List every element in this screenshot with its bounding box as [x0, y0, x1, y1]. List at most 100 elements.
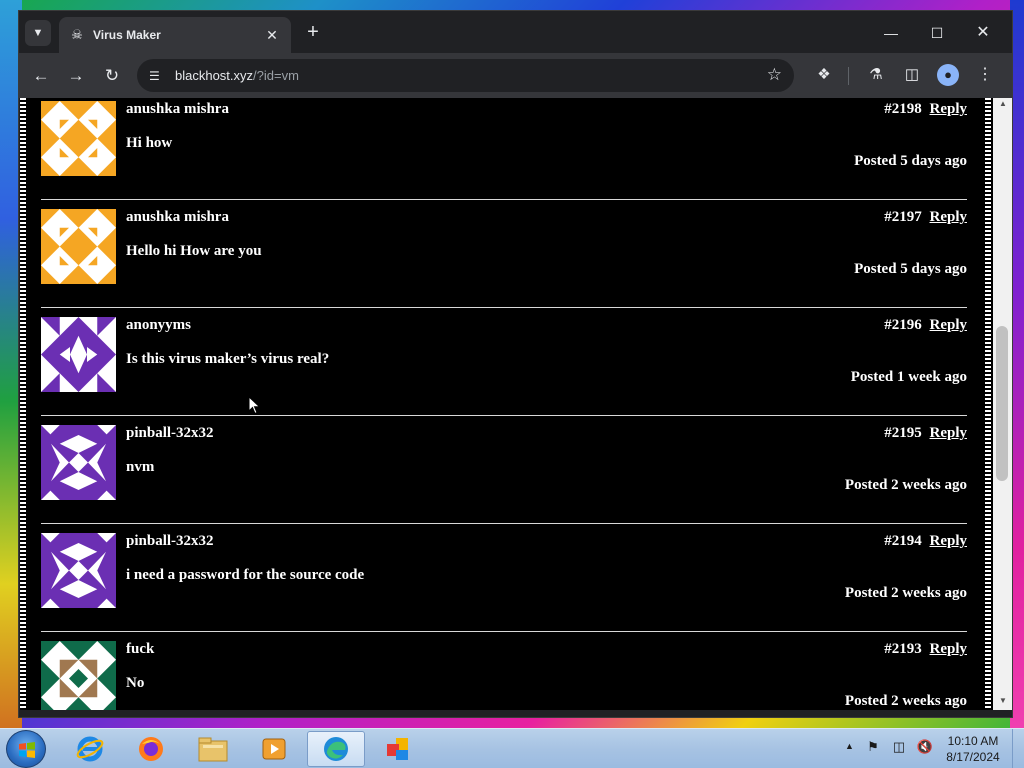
windows-logo-icon [19, 742, 35, 758]
comment-timestamp: Posted 5 days ago [854, 153, 967, 169]
comment-author: anonyyms [126, 317, 192, 333]
chevron-down-icon: ▼ [32, 27, 44, 39]
maximize-button[interactable]: ☐ [917, 19, 957, 47]
comment-meta: #2197 Reply [884, 209, 967, 226]
system-clock[interactable]: 10:10 AM 8/17/2024 [940, 733, 1006, 765]
user-avatar [41, 317, 116, 392]
windows-taskbar: ▲ ⚑ ◫ 🔇 10:10 AM 8/17/2024 [0, 728, 1024, 768]
show-desktop-button[interactable] [1012, 729, 1024, 768]
user-avatar [41, 425, 116, 500]
start-button[interactable] [6, 730, 46, 768]
comment-meta: #2196 Reply [884, 317, 967, 334]
comment-item: pinball-32x32 i need a password for the … [41, 524, 967, 632]
comment-timestamp: Posted 2 weeks ago [844, 477, 967, 493]
taskbar-office[interactable] [369, 731, 427, 767]
vertical-scrollbar[interactable]: ▲ ▼ [993, 98, 1012, 710]
action-center-flag-icon[interactable]: ⚑ [864, 739, 882, 757]
browser-window: ▼ ☠ Virus Maker ✕ + — ☐ ✕ ← → ↻ ☰ blackh… [18, 10, 1013, 718]
network-icon[interactable]: ◫ [890, 739, 908, 757]
extensions-icon[interactable]: ❖ [813, 64, 835, 86]
reply-link[interactable]: Reply [930, 533, 968, 549]
url-host: blackhost.xyz [175, 68, 254, 83]
comment-id: #2196 [884, 317, 922, 333]
site-info-icon[interactable]: ☰ [149, 69, 175, 83]
comment-id: #2194 [884, 533, 922, 549]
reply-link[interactable]: Reply [930, 209, 968, 225]
page-border-left [20, 98, 26, 710]
comment-id: #2197 [884, 209, 922, 225]
comment-timestamp: Posted 2 weeks ago [844, 585, 967, 601]
taskbar-edge[interactable] [307, 731, 365, 767]
forward-button[interactable]: → [64, 64, 88, 88]
tab-title: Virus Maker [93, 28, 161, 42]
address-bar[interactable]: ☰ blackhost.xyz/?id=vm ☆ [137, 59, 794, 92]
new-tab-button[interactable]: + [301, 21, 325, 45]
comment-text: No [126, 675, 145, 691]
taskbar-media-player[interactable] [245, 731, 303, 767]
comment-author: pinball-32x32 [126, 425, 214, 441]
user-avatar [41, 533, 116, 608]
tab-search-button[interactable]: ▼ [25, 20, 51, 46]
scroll-thumb[interactable] [996, 326, 1008, 481]
mouse-cursor-icon [249, 397, 261, 415]
user-avatar [41, 641, 116, 710]
show-hidden-icons-icon[interactable]: ▲ [845, 741, 854, 751]
toolbar-divider [848, 67, 849, 85]
comment-author: anushka mishra [126, 101, 229, 117]
clock-time: 10:10 AM [947, 734, 999, 748]
reply-link[interactable]: Reply [930, 101, 968, 117]
comment-text: i need a password for the source code [126, 567, 365, 583]
more-menu-icon[interactable]: ⋮ [974, 64, 996, 86]
clock-date: 8/17/2024 [946, 750, 1000, 764]
close-tab-icon[interactable]: ✕ [263, 27, 281, 44]
browser-toolbar: ← → ↻ ☰ blackhost.xyz/?id=vm ☆ ❖ ⚗ ◫ ● ⋮ [19, 53, 1012, 98]
bookmark-star-icon[interactable]: ☆ [767, 65, 782, 85]
comment-id: #2195 [884, 425, 922, 441]
comment-author: anushka mishra [126, 209, 229, 225]
tab-strip: ▼ ☠ Virus Maker ✕ + — ☐ ✕ [19, 11, 1012, 53]
reply-link[interactable]: Reply [930, 425, 968, 441]
office-icon [387, 738, 408, 760]
comment-text: nvm [126, 459, 155, 475]
comment-id: #2198 [884, 101, 922, 117]
page-viewport: anushka mishra Hi how #2198 Reply Posted… [20, 98, 993, 710]
profile-avatar-icon[interactable]: ● [937, 64, 959, 86]
user-avatar [41, 209, 116, 284]
volume-muted-icon[interactable]: 🔇 [916, 739, 934, 757]
comment-text: Hi how [126, 135, 173, 151]
comment-item: anushka mishra Hi how #2198 Reply Posted… [41, 98, 967, 200]
internet-explorer-icon [76, 736, 104, 762]
close-window-button[interactable]: ✕ [963, 19, 1003, 47]
comment-meta: #2193 Reply [884, 641, 967, 658]
url-path: /?id=vm [253, 68, 299, 83]
file-explorer-icon [198, 737, 228, 762]
reply-link[interactable]: Reply [930, 641, 968, 657]
pirate-flag-icon: ☠ [71, 27, 83, 42]
scroll-down-arrow-icon[interactable]: ▼ [999, 696, 1007, 705]
comment-item: anushka mishra Hello hi How are you #219… [41, 200, 967, 308]
comment-author: pinball-32x32 [126, 533, 214, 549]
user-avatar [41, 101, 116, 176]
media-player-icon [262, 738, 286, 760]
taskbar-firefox[interactable] [122, 731, 180, 767]
comment-meta: #2195 Reply [884, 425, 967, 442]
back-button[interactable]: ← [29, 64, 53, 88]
comment-item: fuck No #2193 Reply Posted 2 weeks ago [41, 632, 967, 710]
page-border-right [985, 98, 991, 710]
labs-flask-icon[interactable]: ⚗ [865, 64, 887, 86]
side-panel-icon[interactable]: ◫ [901, 64, 923, 86]
reply-link[interactable]: Reply [930, 317, 968, 333]
comment-id: #2193 [884, 641, 922, 657]
firefox-icon [139, 737, 163, 761]
minimize-button[interactable]: — [871, 19, 911, 47]
comment-timestamp: Posted 2 weeks ago [844, 693, 967, 709]
reload-button[interactable]: ↻ [100, 64, 124, 88]
comment-text: Is this virus maker’s virus real? [126, 351, 330, 367]
taskbar-file-explorer[interactable] [184, 731, 242, 767]
browser-tab[interactable]: ☠ Virus Maker ✕ [59, 17, 291, 53]
taskbar-internet-explorer[interactable] [61, 731, 119, 767]
comment-item: anonyyms Is this virus maker’s virus rea… [41, 308, 967, 416]
comment-item: pinball-32x32 nvm #2195 Reply Posted 2 w… [41, 416, 967, 524]
comment-list: anushka mishra Hi how #2198 Reply Posted… [41, 98, 967, 710]
scroll-up-arrow-icon[interactable]: ▲ [999, 99, 1007, 108]
